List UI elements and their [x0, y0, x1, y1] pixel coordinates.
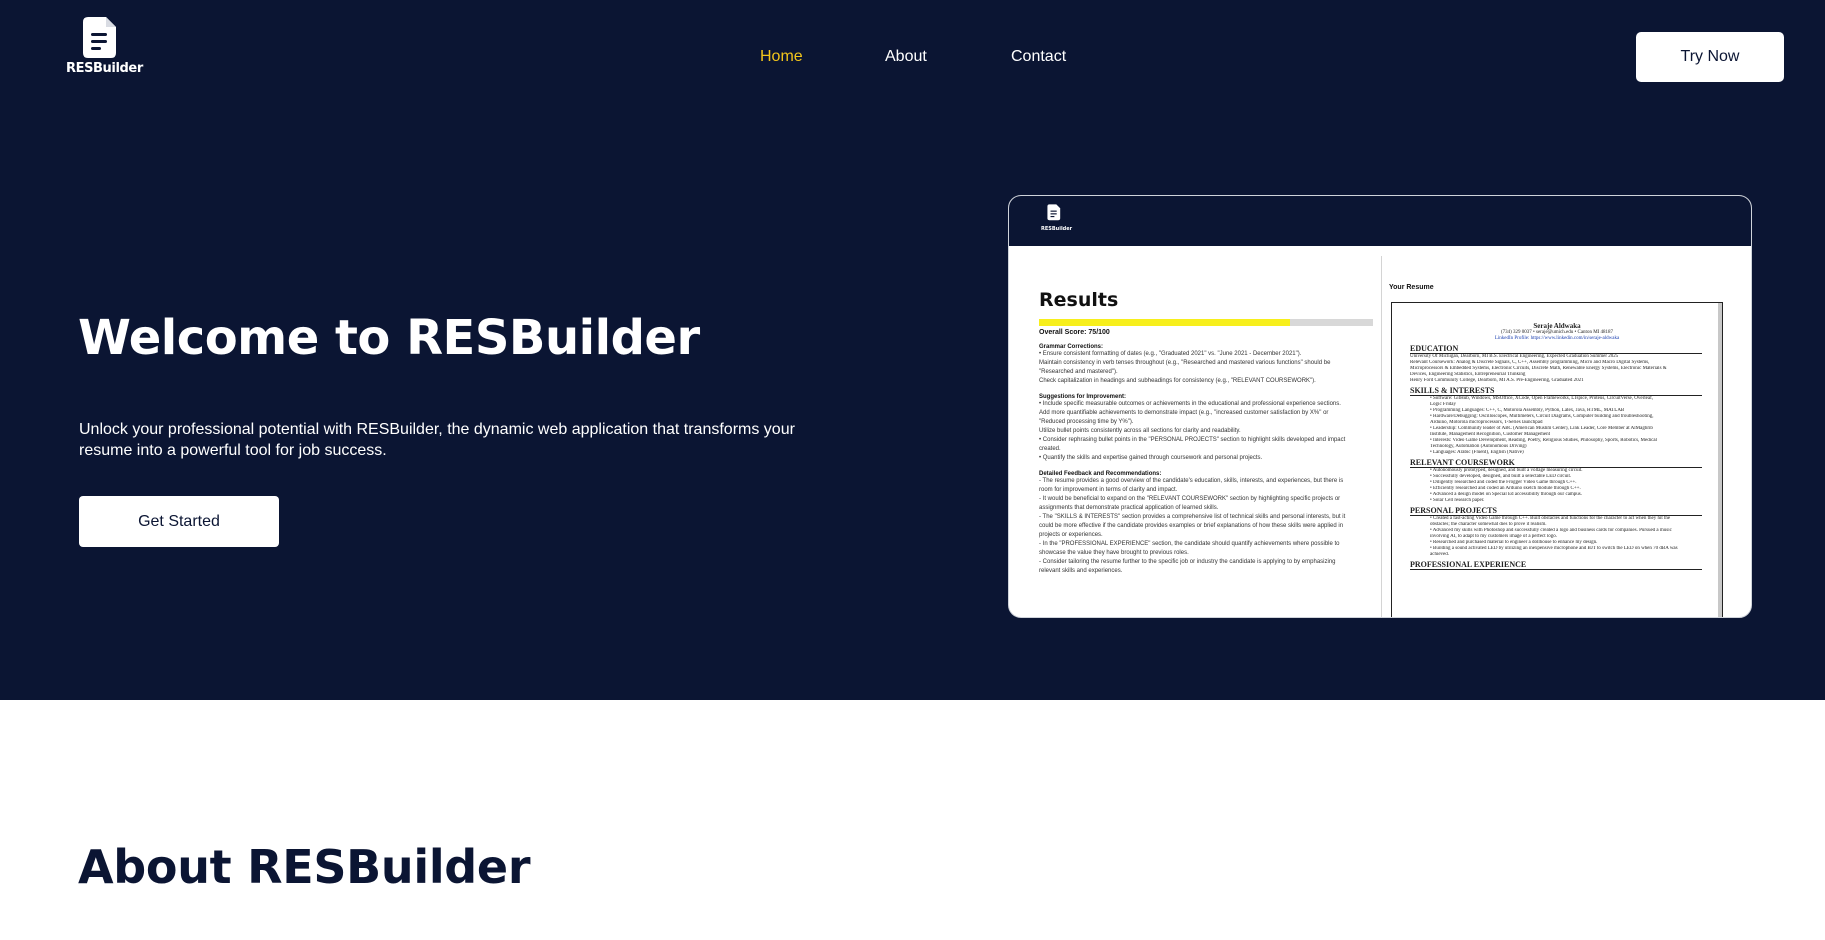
- resume-section-title: SKILLS & INTERESTS: [1410, 386, 1702, 396]
- feedback-line: - It would be beneficial to expand on th…: [1039, 496, 1341, 502]
- feedback-line: projects or experiences.: [1039, 532, 1103, 538]
- resume-scrollbar[interactable]: [1718, 303, 1722, 617]
- preview-logo: RESBuilder: [1041, 204, 1073, 232]
- feedback-line: could be more effective if the candidate…: [1039, 523, 1344, 529]
- feedback-line: Check capitalization in headings and sub…: [1039, 378, 1316, 384]
- feedback-line: - In the "PROFESSIONAL EXPERIENCE" secti…: [1039, 541, 1340, 547]
- feedback-line: Utilize bullet points consistently acros…: [1039, 428, 1241, 434]
- score-bar: [1039, 319, 1373, 326]
- feedback-line: assignments that demonstrate practical a…: [1039, 505, 1219, 511]
- brand-logo[interactable]: RESBuilder: [66, 16, 143, 76]
- resume-line: Henry Ford Community College, Dearborn, …: [1410, 378, 1584, 383]
- suggestion-list: • Include specific measurable outcomes o…: [1039, 400, 1384, 463]
- resume-section-title: EDUCATION: [1410, 344, 1702, 354]
- resume-line: • Solar Cell research paper.: [1430, 498, 1485, 503]
- feedback-line: • Consider rephrasing bullet points in t…: [1039, 437, 1346, 443]
- feedback-line: • Quantify the skills and expertise gain…: [1039, 455, 1263, 461]
- feedback-line: showcase the value they have brought to …: [1039, 550, 1189, 556]
- resume-document[interactable]: Seraje Aldwaka (734) 329 0037 • seraje@u…: [1391, 302, 1723, 617]
- feedback-line: • Ensure consistent formatting of dates …: [1039, 351, 1302, 357]
- preview-logo-text: RESBuilder: [1041, 226, 1073, 232]
- about-title: About RESBuilder: [78, 840, 531, 894]
- app-preview: RESBuilder Results Overall Score: 75/100…: [1008, 195, 1752, 618]
- feedback-line: created.: [1039, 446, 1061, 452]
- document-icon: [1047, 204, 1061, 221]
- resume-section-title: RELEVANT COURSEWORK: [1410, 458, 1702, 468]
- hero-description: Unlock your professional potential with …: [79, 421, 795, 459]
- resume-section-title: PERSONAL PROJECTS: [1410, 506, 1702, 516]
- resume-name: Seraje Aldwaka: [1533, 322, 1581, 330]
- detailed-list: - The resume provides a good overview of…: [1039, 477, 1384, 576]
- results-title: Results: [1039, 289, 1119, 311]
- nav-contact[interactable]: Contact: [1011, 48, 1066, 66]
- feedback-line: - The "SKILLS & INTERESTS" section provi…: [1039, 514, 1346, 520]
- feedback-line: - The resume provides a good overview of…: [1039, 478, 1344, 484]
- panel-divider: [1381, 256, 1382, 617]
- resume-line: achieved.: [1430, 552, 1450, 557]
- resume-linkedin: LinkedIn Profile: https://www.linkedin.c…: [1494, 336, 1620, 341]
- logo-text: RESBuilder: [66, 61, 143, 76]
- document-icon: [83, 17, 116, 58]
- grammar-list: • Ensure consistent formatting of dates …: [1039, 350, 1384, 386]
- nav-about[interactable]: About: [885, 48, 927, 66]
- feedback-line: Add more quantifiable achievements to de…: [1039, 410, 1329, 416]
- score-label: Overall Score: 75/100: [1039, 329, 1110, 336]
- nav-home[interactable]: Home: [760, 48, 803, 66]
- resume-line: • Languages: Arabic (Fluent), English (N…: [1430, 450, 1524, 455]
- score-bar-fill: [1039, 319, 1290, 326]
- feedback-line: Maintain consistency in verb tenses thro…: [1039, 360, 1331, 366]
- feedback-line: - Consider tailoring the resume further …: [1039, 559, 1336, 565]
- hero-section: RESBuilder Home About Contact Try Now We…: [0, 0, 1825, 700]
- resume-line: • Building a sound activated LED by util…: [1430, 546, 1678, 551]
- your-resume-label: Your Resume: [1389, 284, 1434, 291]
- get-started-button[interactable]: Get Started: [79, 496, 279, 547]
- results-panel: Results Overall Score: 75/100 Grammar Co…: [1039, 256, 1384, 576]
- preview-header: RESBuilder: [1009, 196, 1751, 249]
- try-now-button[interactable]: Try Now: [1636, 32, 1784, 82]
- feedback-line: • Include specific measurable outcomes o…: [1039, 401, 1341, 407]
- feedback-line: "Reduced processing time by Y%").: [1039, 419, 1134, 425]
- feedback-line: "Researched and mastered").: [1039, 369, 1118, 375]
- feedback-line: room for improvement in terms of clarity…: [1039, 487, 1178, 493]
- feedback-line: relevant skills and experiences.: [1039, 568, 1123, 574]
- resume-section-title: PROFESSIONAL EXPERIENCE: [1410, 560, 1702, 570]
- resume-sections: EDUCATION University Of Michigan, Dearbor…: [1392, 344, 1722, 570]
- hero-title: Welcome to RESBuilder: [78, 310, 700, 366]
